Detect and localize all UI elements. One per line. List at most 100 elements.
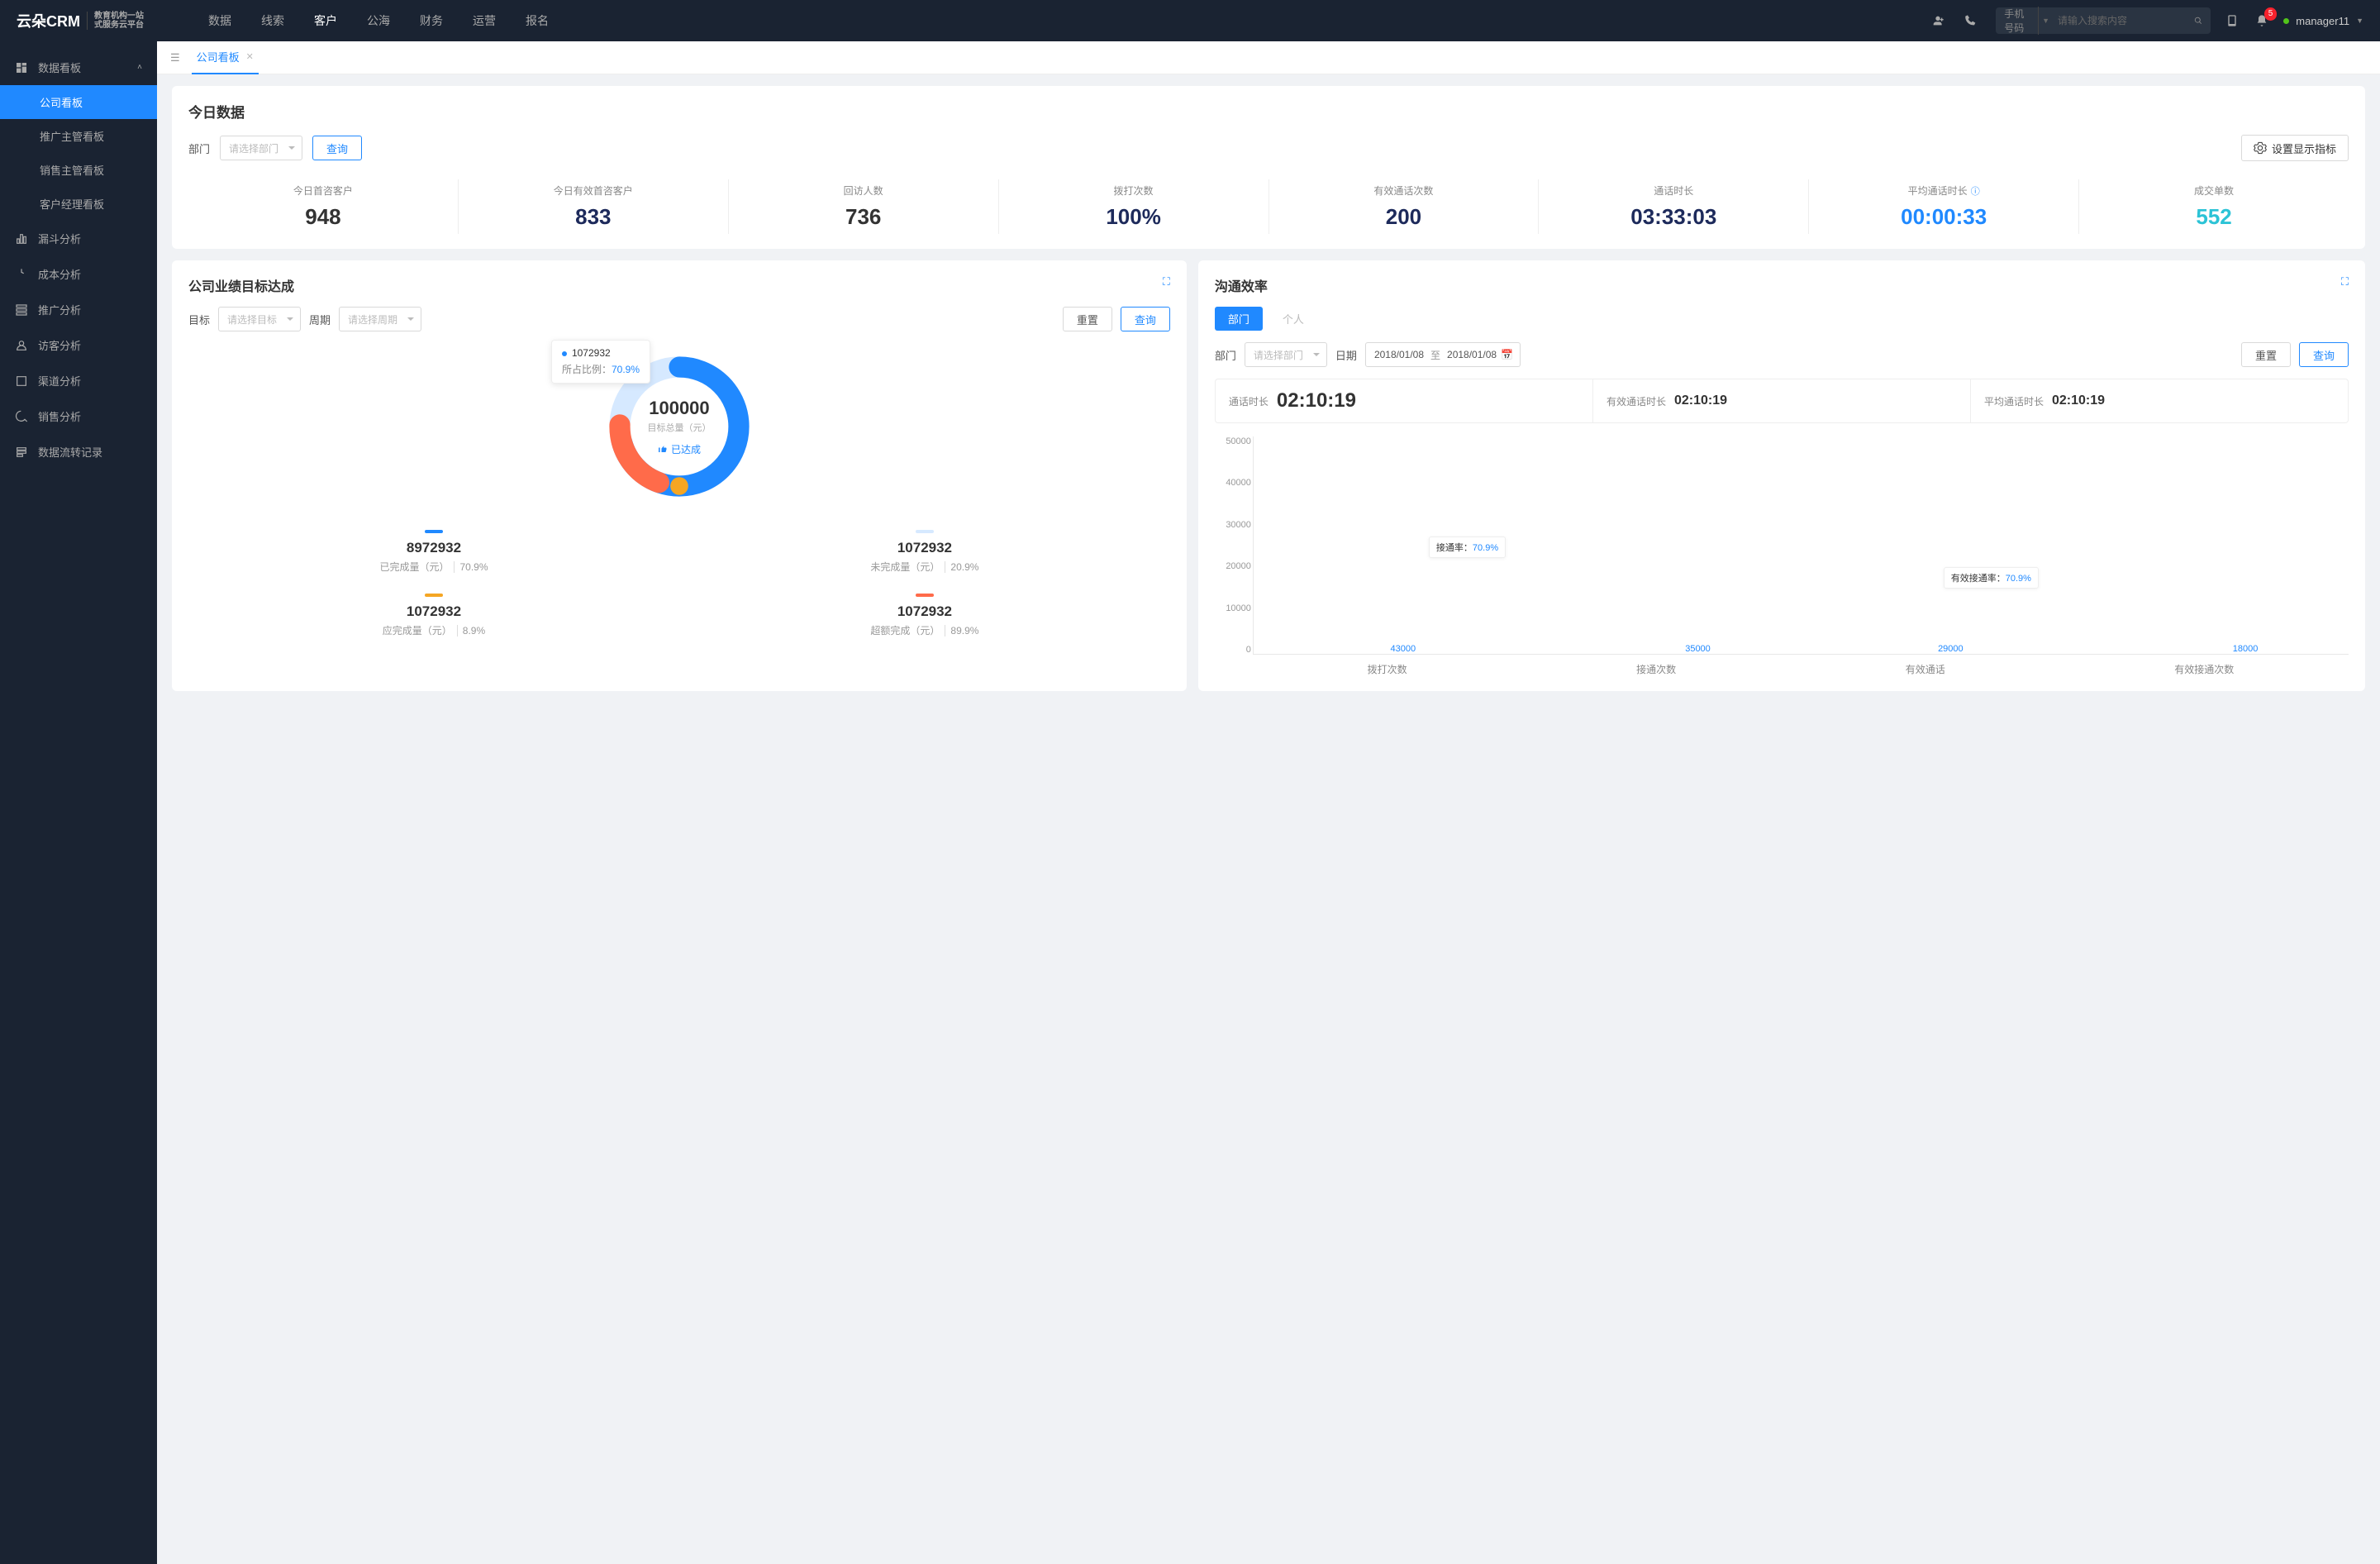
notif-badge: 5	[2264, 7, 2278, 21]
dept-label: 部门	[188, 141, 210, 156]
logo-subtitle: 教育机构一站 式服务云平台	[87, 12, 144, 30]
bar-chart: 50000400003000020000100000 接通率：70.9% 有效接…	[1215, 436, 2349, 676]
perf-title: 公司业绩目标达成	[188, 275, 1170, 295]
kpi-item: 成交单数552	[2079, 179, 2349, 234]
kpi-item: 回访人数736	[729, 179, 999, 234]
expand-icon[interactable]: ⛶	[1163, 275, 1170, 288]
expand-icon[interactable]: ⛶	[2341, 275, 2349, 288]
eff-item: 通话时长02:10:19	[1216, 379, 1593, 422]
help-icon[interactable]: ⓘ	[1971, 184, 1980, 198]
kpi-label: 有效通话次数	[1269, 184, 1539, 198]
sidebar-item-1[interactable]: 成本分析	[0, 256, 157, 292]
kpi-value: 736	[729, 204, 998, 230]
legend-item: 1072932应完成量（元）8.9%	[188, 594, 679, 637]
today-filters: 部门 请选择部门 查询 设置显示指标	[188, 135, 2349, 161]
settings-button[interactable]: 设置显示指标	[2241, 135, 2349, 161]
sidebar-icon	[15, 446, 28, 459]
sidebar-icon	[15, 268, 28, 281]
performance-card: ⛶ 公司业绩目标达成 目标 请选择目标 周期 请选择周期 重置 查询 10729…	[172, 260, 1187, 691]
kpi-item: 有效通话次数 200	[1269, 179, 1540, 234]
sidebar-sub-2[interactable]: 销售主管看板	[0, 153, 157, 187]
main: ☰ 公司看板 ✕ 今日数据 部门 请选择部门 查询 设置显示指标 今日首咨客户9…	[157, 41, 2380, 1564]
header-right: 手机号码 ▼ 5 manager11 ▼	[1996, 7, 2363, 34]
kpi-label: 通话时长	[1539, 184, 1808, 198]
menu-toggle-icon[interactable]: ☰	[170, 51, 180, 64]
search-filter[interactable]: 手机号码	[2004, 7, 2039, 35]
reset-button[interactable]: 重置	[2241, 342, 2291, 367]
kpi-label: 拨打次数	[999, 184, 1269, 198]
phone-icon[interactable]	[1963, 12, 1979, 29]
top-nav: 数据线索客户公海财务运营报名	[193, 0, 1930, 41]
status-dot	[2283, 18, 2289, 24]
kpi-label: 平均通话时长ⓘ	[1809, 184, 2078, 198]
nav-item-0[interactable]: 数据	[193, 0, 246, 41]
query-button[interactable]: 查询	[1121, 307, 1170, 331]
target-select[interactable]: 请选择目标	[218, 307, 301, 331]
legend-item: 8972932已完成量（元）70.9%	[188, 530, 679, 574]
mobile-icon[interactable]	[2224, 12, 2240, 29]
query-button[interactable]: 查询	[312, 136, 362, 160]
search-input[interactable]	[2049, 15, 2194, 26]
nav-item-3[interactable]: 公海	[352, 0, 405, 41]
tab-person[interactable]: 个人	[1269, 307, 1317, 331]
kpi-value: 200	[1269, 204, 1539, 230]
header: 云朵CRM 教育机构一站 式服务云平台 数据线索客户公海财务运营报名 手机号码 …	[0, 0, 2380, 41]
search-box[interactable]: 手机号码 ▼	[1996, 7, 2211, 34]
kpi-item: 今日首咨客户 948	[188, 179, 459, 234]
sidebar-item-2[interactable]: 推广分析	[0, 292, 157, 327]
x-axis: 拨打次数接通次数有效通话有效接通次数	[1253, 662, 2349, 676]
sidebar-item-0[interactable]: 漏斗分析	[0, 221, 157, 256]
thumb-icon	[658, 444, 668, 454]
nav-item-4[interactable]: 财务	[405, 0, 458, 41]
donut-center: 100000 目标总量（元） 已达成	[647, 398, 711, 456]
period-select[interactable]: 请选择周期	[339, 307, 421, 331]
sidebar-icon	[15, 232, 28, 246]
tab-company-board[interactable]: 公司看板 ✕	[192, 41, 259, 74]
calendar-icon: 📅	[1501, 349, 1513, 360]
sidebar-icon	[15, 410, 28, 423]
kpi-label: 今日首咨客户	[188, 184, 458, 198]
tab-bar: ☰ 公司看板 ✕	[157, 41, 2380, 74]
bell-icon[interactable]: 5	[2254, 12, 2270, 29]
add-user-icon[interactable]	[1930, 12, 1946, 29]
dept-select[interactable]: 请选择部门	[220, 136, 302, 160]
nav-item-2[interactable]: 客户	[299, 0, 352, 41]
search-icon[interactable]	[2194, 14, 2202, 27]
anno-valid-rate: 有效接通率：70.9%	[1944, 567, 2039, 589]
sidebar-sub-0[interactable]: 公司看板	[0, 85, 157, 119]
legend-item: 1072932未完成量（元）20.9%	[679, 530, 1170, 574]
close-icon[interactable]: ✕	[246, 51, 254, 62]
sidebar-item-3[interactable]: 访客分析	[0, 327, 157, 363]
dept-select[interactable]: 请选择部门	[1245, 342, 1327, 367]
logo[interactable]: 云朵CRM 教育机构一站 式服务云平台	[17, 10, 144, 31]
nav-item-6[interactable]: 报名	[511, 0, 564, 41]
reset-button[interactable]: 重置	[1063, 307, 1112, 331]
kpi-label: 今日有效首咨客户	[459, 184, 728, 198]
legend-item: 1072932超额完成（元）89.9%	[679, 594, 1170, 637]
gear-icon	[2254, 141, 2267, 155]
tab-dept[interactable]: 部门	[1215, 307, 1263, 331]
nav-item-1[interactable]: 线索	[246, 0, 299, 41]
donut-legend: 8972932已完成量（元）70.9%1072932未完成量（元）20.9%10…	[188, 530, 1170, 637]
sidebar-sub-3[interactable]: 客户经理看板	[0, 187, 157, 221]
sidebar-icon	[15, 374, 28, 388]
eff-item: 平均通话时长02:10:19	[1971, 379, 2348, 422]
query-button[interactable]: 查询	[2299, 342, 2349, 367]
chevron-down-icon: ▼	[2356, 17, 2363, 25]
sidebar-item-4[interactable]: 渠道分析	[0, 363, 157, 398]
achieved-badge: 已达成	[647, 442, 711, 456]
sidebar-sub-1[interactable]: 推广主管看板	[0, 119, 157, 153]
eff-summary: 通话时长02:10:19有效通话时长02:10:19平均通话时长02:10:19	[1215, 379, 2349, 423]
nav-item-5[interactable]: 运营	[458, 0, 511, 41]
date-range[interactable]: 2018/01/08 至 2018/01/08 📅	[1365, 342, 1521, 367]
donut-wrap: 1072932 所占比例：70.9% 100000 目标总量（元）	[188, 331, 1170, 637]
chevron-up-icon: ˄	[137, 63, 142, 72]
user-menu[interactable]: manager11 ▼	[2283, 15, 2363, 27]
kpi-value: 948	[188, 204, 458, 230]
kpi-item: 今日有效首咨客户833	[459, 179, 729, 234]
sidebar-icon	[15, 339, 28, 352]
sidebar-group-dashboard[interactable]: 数据看板 ˄	[0, 50, 157, 85]
sidebar-item-5[interactable]: 销售分析	[0, 398, 157, 434]
username: manager11	[2296, 15, 2349, 27]
sidebar-item-6[interactable]: 数据流转记录	[0, 434, 157, 470]
